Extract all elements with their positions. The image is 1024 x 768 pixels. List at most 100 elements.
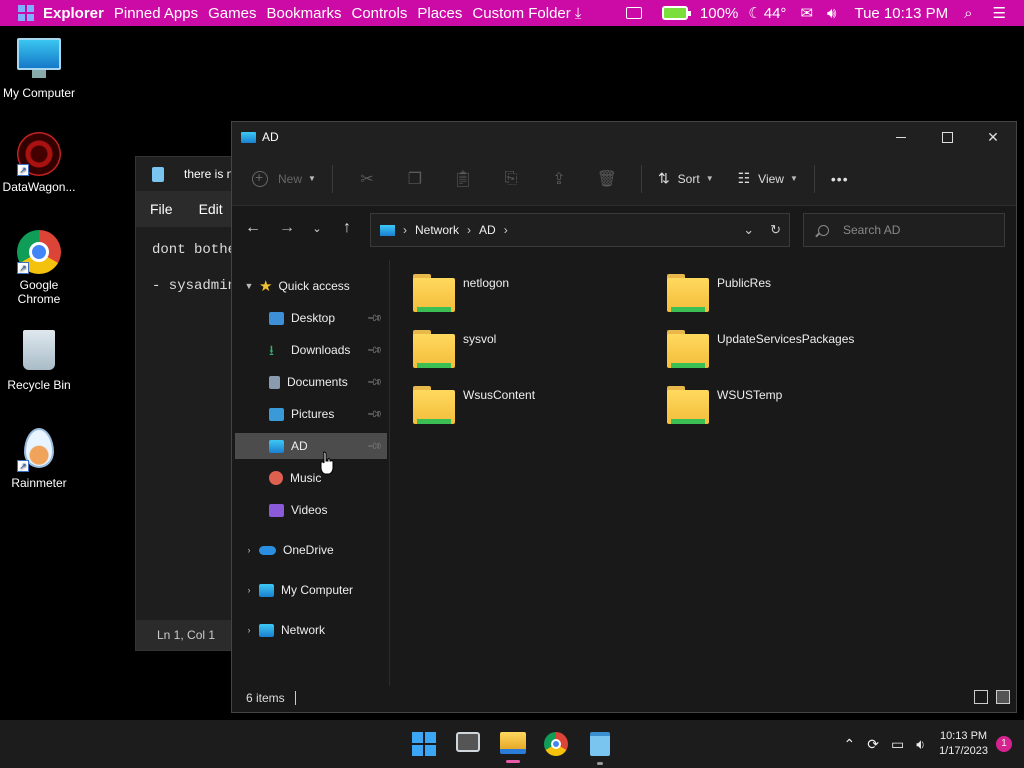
view-button[interactable]: ☷ View ▼ bbox=[732, 163, 804, 195]
start-button[interactable] bbox=[412, 732, 438, 756]
breadcrumb-ad[interactable]: AD bbox=[479, 223, 496, 237]
forward-button[interactable]: → bbox=[270, 219, 304, 237]
rename-icon[interactable]: ⎘ bbox=[487, 170, 535, 188]
pin-icon[interactable]: 📌︎ bbox=[366, 406, 383, 423]
refresh-icon[interactable]: ↻ bbox=[770, 222, 781, 238]
folder-name: WsusContent bbox=[463, 388, 536, 402]
notepad-menu-edit[interactable]: Edit bbox=[199, 201, 223, 217]
active-indicator bbox=[506, 760, 520, 763]
cut-icon[interactable]: ✂ bbox=[343, 169, 391, 189]
desktop-icon-datawagon[interactable]: ↗ DataWagon... bbox=[0, 132, 78, 194]
task-view-button[interactable] bbox=[456, 732, 482, 756]
copy-icon[interactable]: ❐ bbox=[391, 169, 439, 189]
folder-item[interactable]: WSUSTemp bbox=[667, 384, 897, 430]
chevron-right-icon[interactable]: › bbox=[239, 545, 259, 555]
top-menu-bar: Explorer Pinned Apps Games Bookmarks Con… bbox=[0, 0, 1024, 26]
topbar-pinned-apps[interactable]: Pinned Apps bbox=[114, 5, 198, 22]
desktop-icon-my-computer[interactable]: My Computer bbox=[0, 38, 78, 100]
taskbar-notepad[interactable] bbox=[590, 732, 616, 756]
new-button-label: New bbox=[278, 171, 303, 186]
nav-quick-access[interactable]: ▼ ★ Quick access bbox=[235, 273, 387, 299]
nav-root-my-computer[interactable]: › My Computer bbox=[235, 577, 387, 603]
chevron-down-icon: ▼ bbox=[789, 174, 798, 183]
nav-item-ad[interactable]: AD 📌︎ bbox=[235, 433, 387, 459]
pin-icon[interactable]: 📌︎ bbox=[366, 342, 383, 359]
nav-item-music[interactable]: Music bbox=[235, 465, 387, 491]
mail-icon[interactable]: ✉ bbox=[800, 4, 813, 22]
chevron-right-icon: › bbox=[503, 223, 508, 237]
recent-locations-button[interactable]: ⌄ bbox=[304, 222, 330, 235]
file-explorer-window[interactable]: AD ✕ New ▼ ✂ ❐ 📋︎ ⎘ ⇪ 🗑︎ ⇅ Sort bbox=[231, 121, 1017, 713]
address-bar[interactable]: › Network › AD › ⌄ ↻ bbox=[370, 213, 790, 247]
pin-icon[interactable]: 📌︎ bbox=[366, 374, 383, 391]
nav-item-downloads[interactable]: ⭳ Downloads 📌︎ bbox=[235, 337, 387, 363]
file-list: netlogon PublicRes sysvol UpdateServices… bbox=[407, 272, 1007, 672]
chevron-right-icon[interactable]: › bbox=[239, 585, 259, 595]
desktop-icon-google-chrome[interactable]: ↗ Google Chrome bbox=[0, 230, 78, 306]
chevron-right-icon[interactable]: › bbox=[239, 625, 259, 635]
maximize-button[interactable] bbox=[924, 122, 970, 152]
delete-icon[interactable]: 🗑︎ bbox=[583, 169, 631, 189]
network-tray-icon[interactable]: ▭ bbox=[891, 736, 904, 753]
monitor-tray-icon[interactable] bbox=[625, 7, 642, 19]
battery-icon bbox=[661, 6, 691, 20]
close-button[interactable]: ✕ bbox=[970, 122, 1016, 152]
volume-icon[interactable]: 🔊︎ bbox=[827, 5, 836, 22]
pin-icon[interactable]: 📌︎ bbox=[366, 310, 383, 327]
large-icons-view-icon[interactable] bbox=[996, 690, 1010, 704]
moon-icon: ☾ bbox=[748, 5, 762, 22]
folder-item[interactable]: PublicRes bbox=[667, 272, 897, 318]
desktop-icon-label: Google Chrome bbox=[17, 278, 61, 306]
notepad-icon bbox=[152, 166, 164, 182]
network-icon bbox=[380, 224, 395, 236]
up-button[interactable]: ↑ bbox=[330, 219, 364, 237]
sync-icon[interactable]: ⟳ bbox=[867, 736, 879, 753]
chevron-up-icon[interactable]: ⌃ bbox=[844, 736, 856, 753]
details-view-icon[interactable] bbox=[974, 690, 988, 704]
topbar-games[interactable]: Games bbox=[208, 5, 256, 22]
explorer-titlebar[interactable]: AD ✕ bbox=[232, 122, 1016, 152]
share-icon[interactable]: ⇪ bbox=[535, 169, 583, 189]
folder-item[interactable]: sysvol bbox=[413, 328, 643, 374]
folder-item[interactable]: WsusContent bbox=[413, 384, 643, 430]
nav-item-videos[interactable]: Videos bbox=[235, 497, 387, 523]
topbar-custom-folder[interactable]: Custom Folder bbox=[472, 5, 570, 22]
address-dropdown-icon[interactable]: ⌄ bbox=[743, 222, 754, 238]
new-button[interactable]: New ▼ bbox=[246, 163, 322, 195]
topbar-controls[interactable]: Controls bbox=[352, 5, 408, 22]
start-logo-icon[interactable] bbox=[18, 5, 34, 21]
desktop-icon-rainmeter[interactable]: ↗ Rainmeter bbox=[0, 428, 78, 490]
search-icon[interactable]: ⌕ bbox=[964, 5, 972, 22]
folder-item[interactable]: netlogon bbox=[413, 272, 643, 318]
taskbar-clock[interactable]: 10:13 PM 1/17/2023 bbox=[939, 729, 988, 759]
notification-badge[interactable]: 1 bbox=[996, 736, 1012, 752]
nav-item-pictures[interactable]: Pictures 📌︎ bbox=[235, 401, 387, 427]
chevron-down-icon[interactable]: ▼ bbox=[239, 281, 259, 291]
back-button[interactable]: ← bbox=[236, 219, 270, 237]
topbar-places[interactable]: Places bbox=[417, 5, 462, 22]
nav-item-documents[interactable]: Documents 📌︎ bbox=[235, 369, 387, 395]
clock[interactable]: Tue 10:13 PM bbox=[854, 5, 948, 22]
topbar-explorer[interactable]: Explorer bbox=[43, 5, 104, 22]
topbar-bookmarks[interactable]: Bookmarks bbox=[266, 5, 341, 22]
menu-icon[interactable]: ☰ bbox=[993, 4, 1006, 22]
more-options-button[interactable]: ••• bbox=[825, 163, 855, 195]
paste-icon[interactable]: 📋︎ bbox=[439, 169, 487, 189]
nav-item-desktop[interactable]: Desktop 📌︎ bbox=[235, 305, 387, 331]
taskbar-file-explorer[interactable] bbox=[500, 732, 526, 756]
search-box[interactable]: Search AD bbox=[803, 213, 1005, 247]
sort-button[interactable]: ⇅ Sort ▼ bbox=[652, 163, 720, 195]
clock-date: 1/17/2023 bbox=[939, 745, 988, 757]
breadcrumb-network[interactable]: Network bbox=[415, 223, 459, 237]
desktop-icon-recycle-bin[interactable]: Recycle Bin bbox=[0, 330, 78, 392]
nav-root-network[interactable]: › Network bbox=[235, 617, 387, 643]
notepad-menu-file[interactable]: File bbox=[150, 201, 173, 217]
pin-icon[interactable]: 📌︎ bbox=[366, 438, 383, 455]
desktop-icon-label: Recycle Bin bbox=[7, 378, 71, 392]
taskbar-chrome[interactable] bbox=[544, 732, 570, 756]
desktop-icon-label: Rainmeter bbox=[11, 476, 67, 490]
nav-root-onedrive[interactable]: › OneDrive bbox=[235, 537, 387, 563]
minimize-button[interactable] bbox=[878, 122, 924, 152]
folder-item[interactable]: UpdateServicesPackages bbox=[667, 328, 897, 374]
speaker-icon[interactable]: 🔉︎ bbox=[916, 736, 925, 753]
